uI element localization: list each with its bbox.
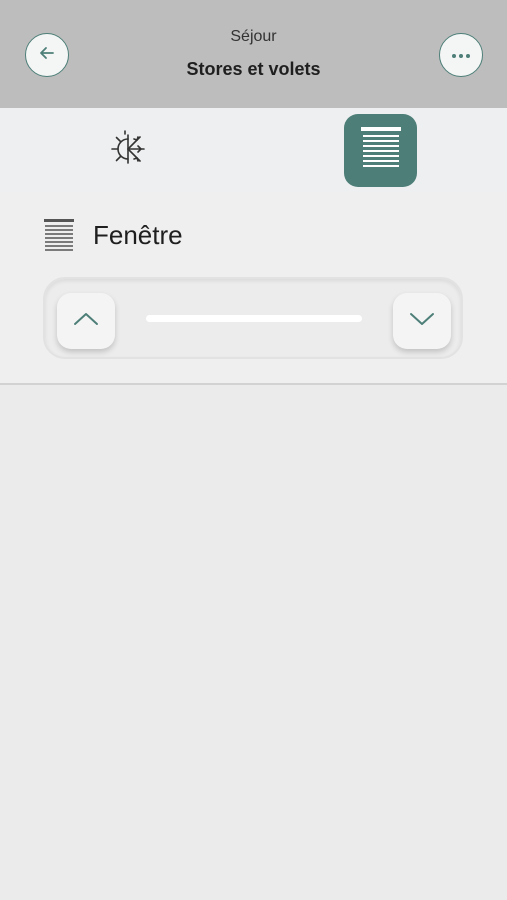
position-slider[interactable] — [146, 315, 362, 322]
page-title: Stores et volets — [186, 59, 321, 79]
device-row: Fenêtre — [43, 217, 183, 253]
category-tabs — [0, 108, 507, 192]
blinds-icon — [43, 218, 75, 252]
device-label: Fenêtre — [93, 219, 183, 250]
more-button[interactable] — [439, 33, 483, 77]
header: Séjour Stores et volets — [0, 0, 507, 108]
more-horizontal-icon — [451, 46, 471, 64]
screen: Séjour Stores et volets Fenêtre — [0, 0, 507, 900]
room-subtitle: Séjour — [230, 28, 277, 45]
blind-control — [43, 277, 463, 359]
blinds-icon — [359, 124, 403, 177]
chevron-down-icon — [409, 311, 435, 332]
chevron-up-icon — [73, 311, 99, 332]
blind-up-button[interactable] — [57, 293, 115, 349]
blind-down-button[interactable] — [393, 293, 451, 349]
tab-blinds[interactable] — [344, 114, 417, 187]
sun-snow-icon — [104, 125, 152, 178]
tab-climate[interactable] — [100, 124, 156, 178]
